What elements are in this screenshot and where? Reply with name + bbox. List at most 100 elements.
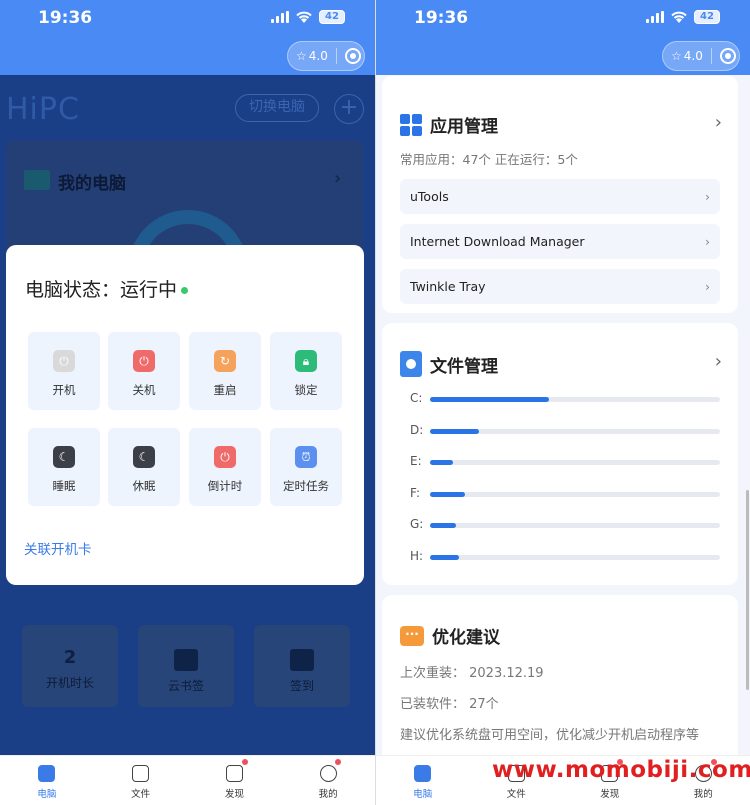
left-screen: HiPC 切换电脑 + 我的电脑 › 2 开机时长 云书签 签到 电脑状态：运行… xyxy=(0,0,375,805)
drive-row[interactable]: D: xyxy=(410,422,720,437)
pc-card-title: 我的电脑 xyxy=(58,174,126,194)
mini-program-capsule[interactable]: ☆ 4.0 xyxy=(662,41,740,71)
drive-row[interactable]: E: xyxy=(410,454,720,468)
uptime-label: 开机时长 xyxy=(45,676,94,690)
star-icon: ☆ xyxy=(296,49,307,63)
wifi-icon xyxy=(296,11,312,23)
countdown-icon: ⏻ xyxy=(214,446,236,468)
sleep-button[interactable]: ☾ 睡眠 xyxy=(28,428,100,506)
countdown-button[interactable]: ⏻ 倒计时 xyxy=(189,428,261,506)
chevron-right-icon: › xyxy=(705,189,710,204)
drive-row[interactable]: H: xyxy=(410,549,720,563)
modal-title: 电脑状态：运行中 xyxy=(25,275,189,302)
restart-label: 重启 xyxy=(213,383,237,397)
chevron-right-icon[interactable]: › xyxy=(715,112,722,133)
battery-icon: 42 xyxy=(319,10,345,24)
drive-row[interactable]: C: xyxy=(410,391,720,405)
power-off-label: 关机 xyxy=(132,383,156,397)
home-icon xyxy=(414,765,432,782)
watermark-text: www.momobiji.com xyxy=(492,757,750,783)
tab-label: 发现 xyxy=(600,789,620,800)
add-pc-button[interactable]: + xyxy=(334,94,364,124)
drive-row[interactable]: G: xyxy=(410,517,720,531)
app-item-twinkle-tray[interactable]: Twinkle Tray › xyxy=(400,269,720,304)
chat-bubble-icon: ··· xyxy=(400,625,424,646)
wifi-icon xyxy=(671,11,687,23)
file-management-header[interactable]: 文件管理 xyxy=(400,351,498,377)
list-icon xyxy=(225,765,243,782)
grid-apps-icon xyxy=(400,113,422,136)
drive-usage-track xyxy=(430,491,720,497)
restart-button[interactable]: ↻ 重启 xyxy=(189,332,261,410)
optimization-title: 优化建议 xyxy=(432,628,500,648)
moon-icon: ☾ xyxy=(53,446,75,468)
app-item-utools[interactable]: uTools › xyxy=(400,179,720,214)
uptime-tile[interactable]: 2 开机时长 xyxy=(22,625,118,707)
tab-discover[interactable]: 发现 xyxy=(188,756,282,805)
lock-button[interactable]: 🔒︎ 锁定 xyxy=(270,332,342,410)
notification-badge xyxy=(335,759,342,765)
tab-me[interactable]: 我的 xyxy=(281,756,375,805)
lock-icon: 🔒︎ xyxy=(295,350,317,372)
hibernate-label: 休眠 xyxy=(132,479,156,493)
scrollbar[interactable] xyxy=(746,490,749,690)
chevron-right-icon: › xyxy=(334,168,342,189)
drive-usage-fill xyxy=(430,428,480,434)
tab-label: 发现 xyxy=(224,789,244,800)
mini-program-capsule[interactable]: ☆ 4.0 xyxy=(287,41,365,71)
tab-pc[interactable]: 电脑 xyxy=(0,756,94,805)
drive-label: G: xyxy=(410,517,424,531)
clock: 19:36 xyxy=(38,8,93,28)
tab-label: 文件 xyxy=(506,789,526,800)
status-dot xyxy=(181,287,189,294)
close-mini-program-icon[interactable] xyxy=(344,48,361,64)
app-management-header[interactable]: 应用管理 xyxy=(400,112,498,137)
drive-usage-track xyxy=(430,554,720,560)
switch-pc-button[interactable]: 切换电脑 xyxy=(235,94,319,122)
clock: 19:36 xyxy=(414,8,469,28)
tab-label: 我的 xyxy=(693,789,713,800)
star-icon: ☆ xyxy=(671,49,682,63)
chevron-right-icon[interactable]: › xyxy=(715,351,722,372)
drive-usage-track xyxy=(430,460,720,465)
tab-pc[interactable]: 电脑 xyxy=(376,756,470,805)
close-mini-program-icon[interactable] xyxy=(719,48,736,64)
app-management-card: 应用管理 › 常用应用：47个 正在运行：5个 uTools › Internet… xyxy=(382,76,738,313)
pc-status-modal: 电脑状态：运行中 ⏻ 开机 ⏻ 关机 ↻ 重启 🔒︎ 锁定 ☾ 睡眠 ☾ 休眠 … xyxy=(6,245,364,585)
scheduled-task-label: 定时任务 xyxy=(283,479,329,493)
optimization-tip: 建议优化系统盘可用空间，优化减少开机启动程序等 xyxy=(400,728,700,743)
tab-files[interactable]: 文件 xyxy=(94,756,188,805)
calendar-check-icon xyxy=(290,649,314,671)
right-status-bar: 19:36 42 ☆ 4.0 xyxy=(376,0,750,75)
optimization-card: ··· 优化建议 上次重装： 2023.12.19 已装软件： 27个 建议优化… xyxy=(382,595,738,765)
drive-usage-fill xyxy=(430,460,454,465)
last-reinstall: 上次重装： 2023.12.19 xyxy=(400,666,544,681)
power-on-button[interactable]: ⏻ 开机 xyxy=(28,332,100,410)
drive-usage-fill xyxy=(430,397,549,402)
notification-badge xyxy=(241,759,248,765)
link-boot-card-link[interactable]: 关联开机卡 xyxy=(24,538,92,558)
app-item-idm[interactable]: Internet Download Manager › xyxy=(400,224,720,259)
drive-label: D: xyxy=(410,422,424,437)
drive-row[interactable]: F: xyxy=(410,486,720,500)
scheduled-task-button[interactable]: ⏰︎ 定时任务 xyxy=(270,428,342,506)
app-name: Internet Download Manager xyxy=(410,234,585,249)
tab-label: 电脑 xyxy=(37,789,57,800)
left-status-bar: 19:36 42 ☆ 4.0 xyxy=(0,0,375,75)
checkin-tile[interactable]: 签到 xyxy=(254,625,350,707)
hibernate-button[interactable]: ☾ 休眠 xyxy=(108,428,180,506)
tab-label: 我的 xyxy=(318,789,338,800)
signal-icon xyxy=(271,11,289,23)
smile-icon xyxy=(319,765,337,782)
monitor-icon xyxy=(24,170,50,190)
signal-icon xyxy=(646,11,664,23)
home-icon xyxy=(38,765,56,782)
folder-icon xyxy=(132,765,150,782)
countdown-label: 倒计时 xyxy=(207,479,243,493)
bookmark-tile[interactable]: 云书签 xyxy=(138,625,234,707)
power-off-button[interactable]: ⏻ 关机 xyxy=(108,332,180,410)
rating-value: 4.0 xyxy=(308,49,328,63)
hibernate-icon: ☾ xyxy=(133,446,155,468)
app-logo: HiPC xyxy=(6,92,80,127)
power-on-label: 开机 xyxy=(52,383,76,397)
